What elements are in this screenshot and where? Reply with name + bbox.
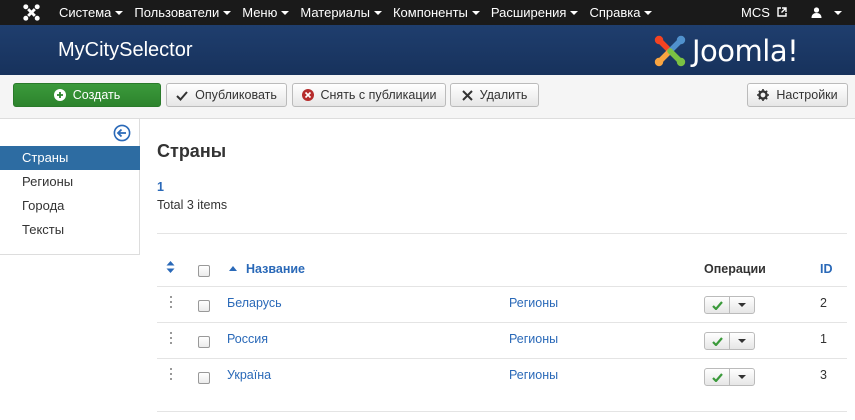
drag-handle-icon[interactable] [169, 368, 173, 380]
top-menu-bar: Система Пользователи Меню Материалы Комп… [0, 0, 855, 25]
drag-handle-icon[interactable] [169, 332, 173, 344]
row-id: 2 [820, 296, 827, 310]
options-button-label: Настройки [776, 88, 838, 102]
gear-icon [757, 89, 770, 101]
delete-button[interactable]: Удалить [450, 83, 539, 107]
row-id: 1 [820, 332, 827, 346]
row-operations [704, 332, 755, 350]
column-header-name-label: Название [246, 262, 306, 276]
check-icon [176, 90, 188, 101]
page-title: Страны [157, 141, 227, 161]
caret-down-icon [833, 10, 842, 15]
row-actions-dropdown[interactable] [730, 297, 754, 313]
menu-components[interactable]: Компоненты [393, 0, 480, 25]
select-all-checkbox[interactable] [198, 265, 210, 277]
menu-help[interactable]: Справка [589, 0, 653, 25]
divider [157, 322, 847, 323]
sidebar-toggle-icon[interactable] [113, 124, 131, 142]
row-checkbox[interactable] [198, 372, 210, 384]
pagination-page-link[interactable]: 1 [157, 180, 164, 194]
sidebar-item-cities[interactable]: Города [0, 194, 140, 218]
row-name-link[interactable]: Україна [227, 368, 271, 382]
joomla-wordmark: Joomla! [692, 34, 799, 68]
unpublish-button[interactable]: Снять с публикации [292, 83, 446, 107]
delete-button-label: Удалить [479, 88, 528, 102]
row-operations [704, 296, 755, 314]
published-toggle-button[interactable] [705, 333, 730, 349]
delete-x-icon [461, 89, 473, 101]
unpublish-button-label: Снять с публикации [320, 88, 437, 102]
divider [157, 411, 847, 412]
sidebar-item-countries[interactable]: Страны [0, 146, 140, 170]
toolbar: Создать Опубликовать Снять с публикации … [0, 75, 855, 119]
ordering-sort-icon[interactable] [166, 261, 175, 273]
column-header-operations: Операции [704, 262, 766, 276]
row-regions-link[interactable]: Регионы [509, 332, 558, 346]
joomla-brand: Joomla! [652, 33, 799, 69]
joomla-logo-icon [654, 35, 686, 67]
check-icon [711, 300, 723, 310]
published-toggle-button[interactable] [705, 297, 730, 313]
caret-down-icon [223, 10, 232, 15]
caret-down-icon [281, 10, 290, 15]
divider [157, 233, 847, 234]
drag-handle-icon[interactable] [169, 296, 173, 308]
divider [157, 358, 847, 359]
user-menu[interactable] [811, 0, 842, 25]
caret-down-icon [738, 303, 746, 307]
joomla-logo-icon[interactable] [22, 3, 41, 22]
row-checkbox[interactable] [198, 300, 210, 312]
component-title: MyCitySelector [58, 39, 193, 61]
row-name-link[interactable]: Россия [227, 332, 268, 346]
publish-button[interactable]: Опубликовать [166, 83, 287, 107]
site-link-label: MCS [741, 5, 770, 20]
caret-down-icon [471, 10, 480, 15]
row-regions-link[interactable]: Регионы [509, 368, 558, 382]
new-button-label: Создать [72, 88, 121, 102]
column-header-id[interactable]: ID [820, 262, 833, 276]
total-items: Total 3 items [157, 198, 228, 212]
check-icon [711, 336, 723, 346]
page-header: MyCitySelector Joomla! [0, 25, 855, 75]
main-menu: Система Пользователи Меню Материалы Комп… [59, 0, 663, 25]
divider [157, 286, 847, 287]
sort-ascending-icon [229, 265, 237, 271]
user-icon [811, 6, 822, 18]
column-header-name[interactable]: Название [229, 262, 305, 276]
check-icon [711, 372, 723, 382]
row-actions-dropdown[interactable] [730, 333, 754, 349]
new-button[interactable]: Создать [13, 83, 161, 107]
caret-down-icon [115, 10, 124, 15]
sidebar: Страны Регионы Города Тексты [0, 119, 140, 255]
published-toggle-button[interactable] [705, 369, 730, 385]
row-name-link[interactable]: Беларусь [227, 296, 282, 310]
row-actions-dropdown[interactable] [730, 369, 754, 385]
sidebar-item-regions[interactable]: Регионы [0, 170, 140, 194]
menu-extensions[interactable]: Расширения [491, 0, 579, 25]
menu-system[interactable]: Система [59, 0, 124, 25]
caret-down-icon [738, 375, 746, 379]
row-regions-link[interactable]: Регионы [509, 296, 558, 310]
publish-button-label: Опубликовать [195, 88, 277, 102]
row-id: 3 [820, 368, 827, 382]
unpublish-icon [301, 89, 314, 101]
menu-content[interactable]: Материалы [300, 0, 382, 25]
caret-down-icon [644, 10, 653, 15]
sidebar-item-texts[interactable]: Тексты [0, 218, 140, 242]
plus-circle-icon [53, 89, 66, 101]
external-link-icon [776, 7, 787, 17]
options-button[interactable]: Настройки [747, 83, 848, 107]
site-link[interactable]: MCS [741, 0, 787, 25]
caret-down-icon [738, 339, 746, 343]
row-checkbox[interactable] [198, 336, 210, 348]
caret-down-icon [570, 10, 579, 15]
menu-menus[interactable]: Меню [242, 0, 290, 25]
caret-down-icon [373, 10, 382, 15]
menu-users[interactable]: Пользователи [134, 0, 232, 25]
row-operations [704, 368, 755, 386]
